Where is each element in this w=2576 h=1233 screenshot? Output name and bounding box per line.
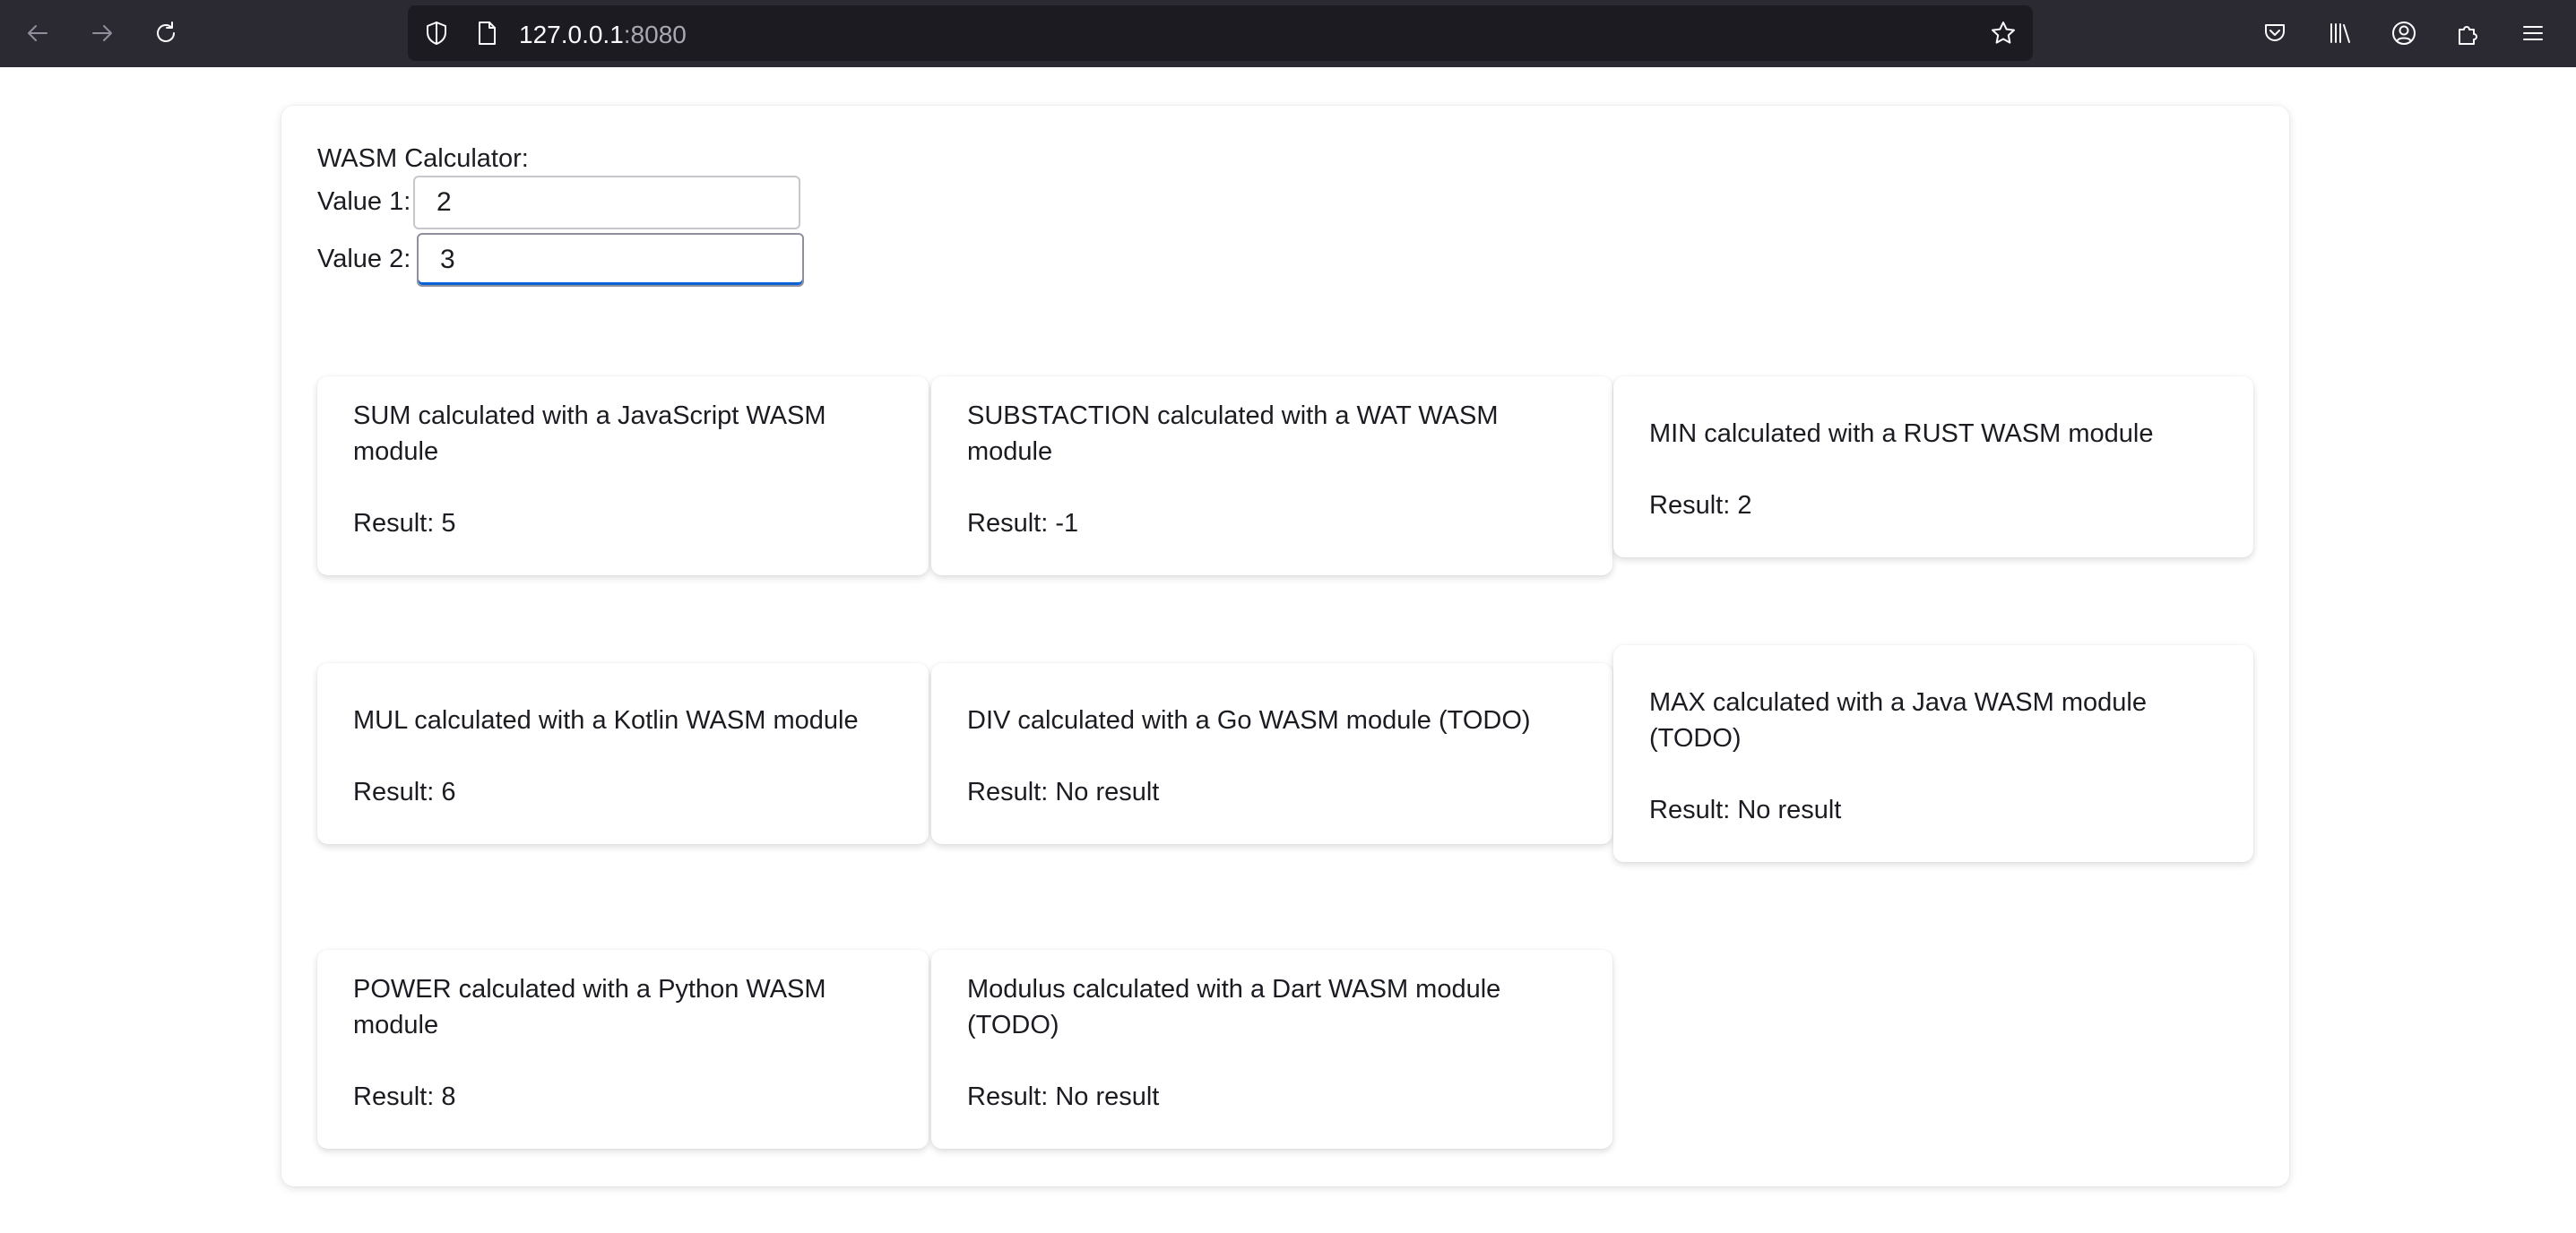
result-description: SUBSTACTION calculated with a WAT WASM m…	[967, 401, 1499, 466]
result-card-min: MIN calculated with a RUST WASM module R…	[1613, 376, 2253, 557]
result-description: DIV calculated with a Go WASM module (TO…	[967, 706, 1531, 735]
result-card-modulus: Modulus calculated with a Dart WASM modu…	[931, 950, 1612, 1149]
result-card-sum: SUM calculated with a JavaScript WASM mo…	[317, 376, 929, 575]
url-port: :8080	[623, 21, 687, 48]
result-value: Result: 8	[353, 1082, 456, 1111]
result-description: POWER calculated with a Python WASM modu…	[353, 975, 826, 1039]
forward-arrow-icon[interactable]	[82, 13, 122, 53]
result-description: MAX calculated with a Java WASM module (…	[1649, 688, 2147, 753]
account-icon[interactable]	[2384, 13, 2424, 53]
result-value: Result: No result	[967, 778, 1160, 806]
library-icon[interactable]	[2320, 13, 2359, 53]
reload-icon[interactable]	[146, 13, 186, 53]
result-description: SUM calculated with a JavaScript WASM mo…	[353, 401, 826, 466]
back-arrow-icon[interactable]	[18, 13, 57, 53]
result-value: Result: No result	[1649, 796, 1842, 824]
calculator-title: WASM Calculator:	[317, 144, 529, 173]
extensions-puzzle-icon[interactable]	[2449, 13, 2488, 53]
value1-input[interactable]	[413, 176, 800, 229]
result-card-max: MAX calculated with a Java WASM module (…	[1613, 645, 2253, 862]
page-icon[interactable]	[472, 19, 501, 47]
url-text[interactable]: 127.0.0.1:8080	[519, 21, 687, 49]
url-host: 127.0.0.1	[519, 21, 624, 48]
result-description: MUL calculated with a Kotlin WASM module	[353, 706, 859, 735]
address-bar[interactable]: 127.0.0.1:8080	[408, 5, 2033, 61]
result-value: Result: -1	[967, 509, 1079, 538]
value1-label: Value 1:	[317, 187, 411, 216]
shield-icon[interactable]	[422, 19, 451, 47]
result-description: MIN calculated with a RUST WASM module	[1649, 419, 2154, 448]
result-value: Result: 2	[1649, 491, 1752, 520]
pocket-icon[interactable]	[2255, 13, 2295, 53]
result-description: Modulus calculated with a Dart WASM modu…	[967, 975, 1501, 1039]
result-value: Result: 5	[353, 509, 456, 538]
result-card-mul: MUL calculated with a Kotlin WASM module…	[317, 663, 929, 844]
result-card-div: DIV calculated with a Go WASM module (TO…	[931, 663, 1612, 844]
result-value: Result: 6	[353, 778, 456, 806]
bookmark-star-icon[interactable]	[1989, 19, 2018, 47]
result-card-power: POWER calculated with a Python WASM modu…	[317, 950, 929, 1149]
value2-label: Value 2:	[317, 245, 411, 273]
value2-input[interactable]	[417, 233, 804, 287]
result-card-subtraction: SUBSTACTION calculated with a WAT WASM m…	[931, 376, 1612, 575]
browser-toolbar: 127.0.0.1:8080	[0, 0, 2576, 67]
result-value: Result: No result	[967, 1082, 1160, 1111]
hamburger-menu-icon[interactable]	[2513, 13, 2553, 53]
